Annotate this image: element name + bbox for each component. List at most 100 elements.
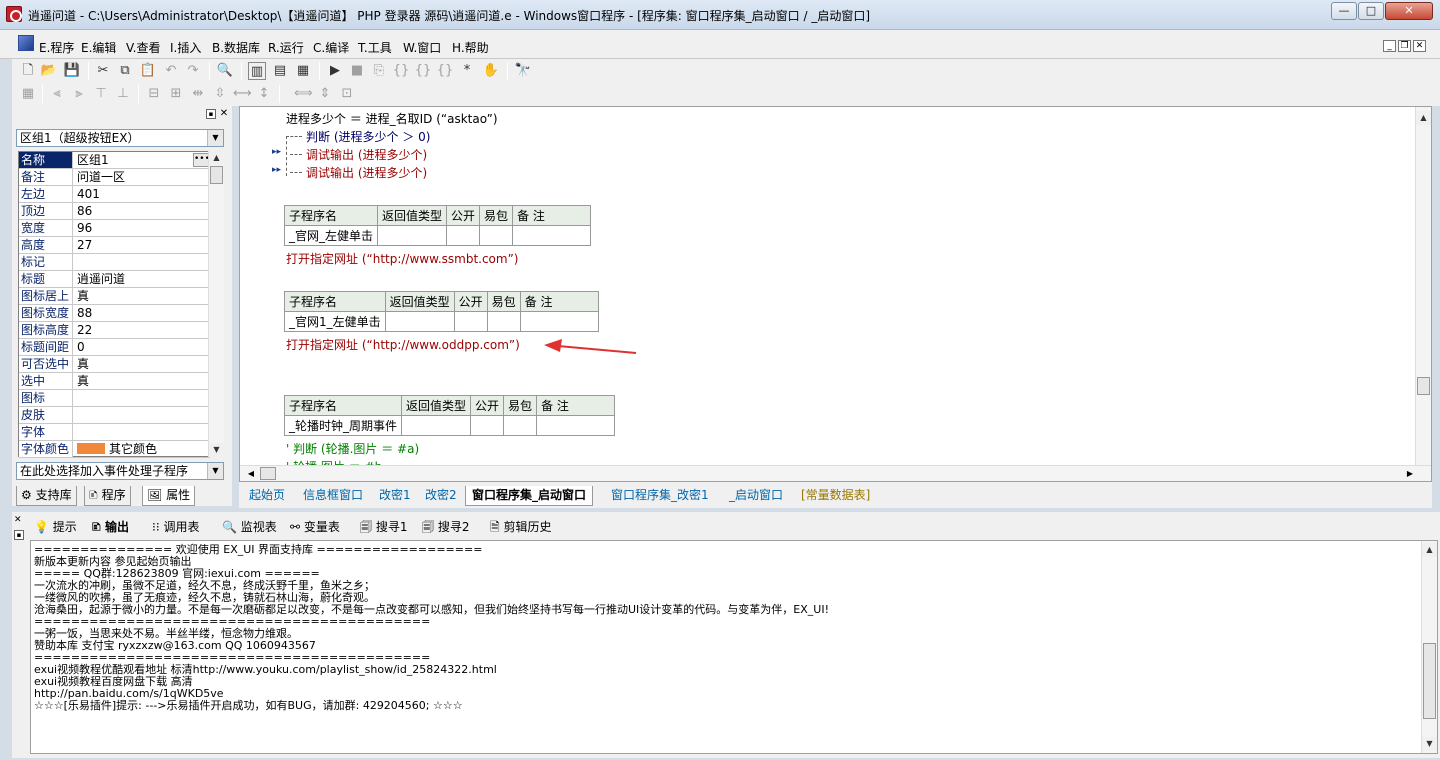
tab-startup-window[interactable]: _启动窗口: [723, 486, 789, 506]
mdi-minimize-button[interactable]: _: [1383, 40, 1396, 52]
property-value[interactable]: 逍遥问道: [75, 271, 209, 287]
output-scrollbar[interactable]: ▲ ▼: [1421, 541, 1437, 753]
property-value[interactable]: 真: [75, 356, 209, 372]
scroll-right-icon[interactable]: ▶: [1403, 467, 1417, 481]
redo-icon[interactable]: ↷: [184, 62, 202, 80]
event-selector[interactable]: 在此处选择加入事件处理子程序 ▼: [16, 462, 224, 480]
undo-icon[interactable]: ↶: [162, 62, 180, 80]
scroll-up-icon[interactable]: ▲: [1422, 543, 1437, 557]
save-icon[interactable]: 💾: [63, 62, 81, 80]
scroll-up-icon[interactable]: ▲: [209, 151, 224, 165]
editor-vscrollbar[interactable]: ▲: [1415, 107, 1431, 465]
property-value[interactable]: 22: [75, 322, 209, 338]
menu-program[interactable]: E.程序: [39, 39, 74, 56]
panel-close-icon[interactable]: ✕: [219, 109, 229, 119]
resize-h-icon[interactable]: ⇕: [316, 85, 334, 103]
property-row[interactable]: 图标居上真: [19, 288, 210, 305]
tab-search1[interactable]: 🗐 搜寻1: [360, 518, 407, 536]
step-over-icon[interactable]: {}: [414, 62, 432, 80]
tab-startup-assembly[interactable]: 窗口程序集_启动窗口: [465, 486, 594, 506]
tab-program[interactable]: 🗈 程序: [84, 486, 131, 506]
resize-w-icon[interactable]: ⟺: [294, 85, 313, 103]
property-value[interactable]: 其它颜色: [75, 441, 209, 457]
scroll-thumb[interactable]: [210, 166, 223, 184]
maximize-button[interactable]: □: [1358, 2, 1384, 20]
open-icon[interactable]: 📂: [40, 62, 58, 80]
property-value[interactable]: 88: [75, 305, 209, 321]
property-row[interactable]: 宽度 96: [19, 220, 210, 237]
center-h-icon[interactable]: ⊟: [145, 85, 163, 103]
menu-database[interactable]: B.数据库: [212, 39, 260, 56]
tab-hint[interactable]: 💡 提示: [34, 518, 77, 536]
layout1-icon[interactable]: ▥: [248, 62, 266, 80]
mdi-restore-button[interactable]: ❐: [1398, 40, 1411, 52]
space-h-icon[interactable]: ⇹: [189, 85, 207, 103]
menu-run[interactable]: R.运行: [268, 39, 304, 56]
layout3-icon[interactable]: ▦: [294, 62, 312, 80]
property-row[interactable]: 字体: [19, 424, 210, 441]
property-value[interactable]: [75, 424, 209, 440]
property-row[interactable]: 图标宽度 88: [19, 305, 210, 322]
menu-insert[interactable]: I.插入: [170, 39, 201, 56]
mdi-close-button[interactable]: ✕: [1413, 40, 1426, 52]
tab-output[interactable]: 🗈 输出: [92, 518, 129, 536]
tab-constant-table[interactable]: [常量数据表]: [795, 486, 876, 506]
property-value[interactable]: [75, 254, 209, 270]
property-value[interactable]: 区组1: [75, 152, 209, 168]
same-height-icon[interactable]: ↕: [255, 85, 273, 103]
output-text-area[interactable]: =============== 欢迎使用 EX_UI 界面支持库 =======…: [30, 540, 1438, 754]
panel-pin-icon[interactable]: ▪: [14, 530, 24, 540]
property-row[interactable]: 标题间距 0: [19, 339, 210, 356]
breakpoint-icon[interactable]: *{}: [458, 62, 476, 96]
layout2-icon[interactable]: ▤: [271, 62, 289, 80]
property-scrollbar[interactable]: ▲ ▼: [208, 151, 224, 457]
new-icon[interactable]: 🗋: [19, 62, 37, 80]
step-out-icon[interactable]: {}: [436, 62, 454, 80]
scroll-thumb[interactable]: [260, 467, 276, 480]
find-icon[interactable]: 🔍: [216, 62, 234, 80]
property-value[interactable]: 401: [75, 186, 209, 202]
sub-name-cell[interactable]: _官网_左健单击: [283, 225, 379, 246]
property-value[interactable]: 问道一区: [75, 169, 209, 185]
property-value[interactable]: [75, 407, 209, 423]
panel-close-icon[interactable]: ✕: [14, 516, 24, 526]
scroll-up-icon[interactable]: ▲: [1416, 111, 1431, 125]
scroll-down-icon[interactable]: ▼: [1422, 737, 1437, 751]
property-value[interactable]: 27: [75, 237, 209, 253]
property-value[interactable]: [75, 390, 209, 406]
menu-window[interactable]: W.窗口: [403, 39, 441, 56]
property-row[interactable]: 备注 问道一区: [19, 169, 210, 186]
hand-icon[interactable]: ✋: [482, 62, 500, 80]
property-row[interactable]: 顶边 86: [19, 203, 210, 220]
binoculars-icon[interactable]: 🔭: [514, 62, 532, 80]
menu-edit[interactable]: E.编辑: [81, 39, 116, 56]
space-v-icon[interactable]: ⇳: [211, 85, 229, 103]
align-top-icon[interactable]: ⊤: [92, 85, 110, 103]
tab-search2[interactable]: 🗐 搜寻2: [422, 518, 469, 536]
run-icon[interactable]: ▶: [326, 62, 344, 80]
copy-icon[interactable]: ⧉: [116, 62, 134, 80]
tab-watch[interactable]: 🔍 监视表: [222, 518, 277, 536]
tab-msgbox-window[interactable]: 信息框窗口: [297, 486, 369, 506]
tab-support-lib[interactable]: ⚙ 支持库: [16, 486, 77, 506]
menu-compile[interactable]: C.编译: [313, 39, 349, 56]
tab-call-table[interactable]: ⁝⁝ 调用表: [152, 518, 199, 536]
tab-start-page[interactable]: 起始页: [243, 486, 291, 506]
align-grid-icon[interactable]: ▦: [19, 85, 37, 103]
tab-properties[interactable]: 🖼 属性: [142, 486, 196, 506]
panel-pin-icon[interactable]: ▪: [206, 109, 216, 119]
tab-variables[interactable]: ⚯ 变量表: [290, 518, 340, 536]
center-v-icon[interactable]: ⊞: [167, 85, 185, 103]
breakpoint-marker-icon[interactable]: ▸▸: [272, 165, 281, 175]
menu-view[interactable]: V.查看: [126, 39, 160, 56]
scroll-down-icon[interactable]: ▼: [209, 443, 224, 457]
step-into-icon[interactable]: {}: [392, 62, 410, 80]
paste-icon[interactable]: 📋: [139, 62, 157, 80]
align-bottom-icon[interactable]: ⊥: [114, 85, 132, 103]
scroll-thumb[interactable]: [1417, 377, 1430, 395]
resize-both-icon[interactable]: ⊡: [338, 85, 356, 103]
property-row[interactable]: 左边 401: [19, 186, 210, 203]
tab-gaimi2[interactable]: 改密2: [419, 486, 463, 506]
menu-help[interactable]: H.帮助: [452, 39, 489, 56]
property-row[interactable]: 标记: [19, 254, 210, 271]
